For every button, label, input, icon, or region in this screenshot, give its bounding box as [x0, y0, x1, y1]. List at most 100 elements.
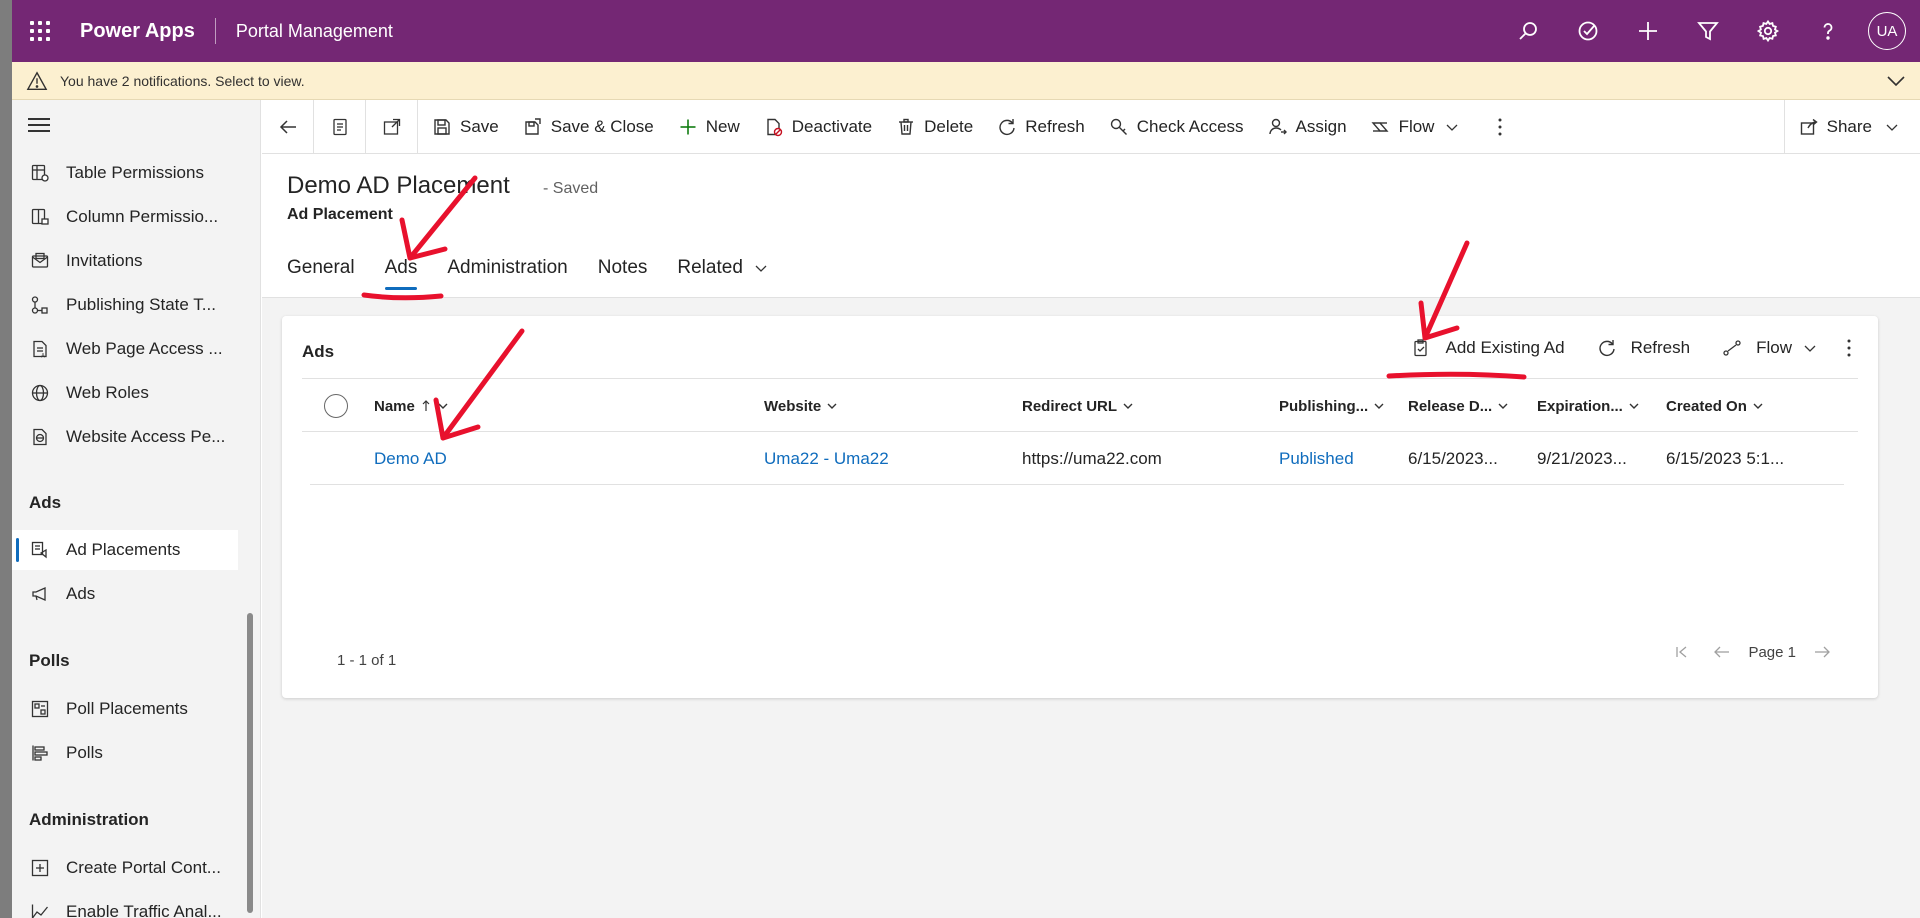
- user-avatar[interactable]: UA: [1868, 12, 1906, 50]
- select-all-checkbox[interactable]: [324, 394, 348, 418]
- sidebar-item-website-access[interactable]: Website Access Pe...: [12, 417, 238, 457]
- app-launcher-button[interactable]: [12, 0, 68, 62]
- sidebar-item-ad-placements[interactable]: Ad Placements: [12, 530, 238, 570]
- record-count: 1 - 1 of 1: [337, 652, 397, 669]
- table-row[interactable]: Demo AD Uma22 - Uma22 https://uma22.com …: [310, 433, 1844, 485]
- polls-icon: [28, 741, 52, 765]
- share-button[interactable]: Share: [1783, 100, 1920, 154]
- add-existing-ad-label: Add Existing Ad: [1445, 338, 1565, 357]
- top-header-bar: Power Apps Portal Management UA: [12, 0, 1920, 62]
- sidebar-item-enable-traffic-analytics[interactable]: Enable Traffic Anal...: [12, 892, 238, 918]
- sidebar-item-label: Ad Placements: [66, 540, 181, 559]
- sidebar-item-invitations[interactable]: Invitations: [12, 241, 238, 281]
- flow-label: Flow: [1398, 116, 1435, 136]
- notification-text[interactable]: You have 2 notifications. Select to view…: [60, 73, 305, 89]
- column-header-website[interactable]: Website: [764, 380, 838, 432]
- save-button[interactable]: Save: [420, 100, 511, 154]
- sitemap-sidebar: Table Permissions Column Permissio... In…: [12, 100, 261, 918]
- traffic-analytics-icon: [28, 900, 52, 918]
- hamburger-menu-icon[interactable]: [28, 118, 50, 136]
- cell-publishing-state-link[interactable]: Published: [1279, 433, 1354, 485]
- subgrid-refresh-button[interactable]: Refresh: [1581, 338, 1707, 358]
- chevron-down-icon: [1374, 403, 1384, 409]
- more-commands-button[interactable]: [1480, 100, 1520, 154]
- cell-name-link[interactable]: Demo AD: [374, 433, 447, 485]
- sidebar-item-label: Column Permissio...: [66, 207, 219, 226]
- flow-icon: [1371, 121, 1389, 132]
- column-expiration-label: Expiration...: [1537, 397, 1623, 415]
- tab-related[interactable]: Related: [677, 248, 769, 288]
- chevron-down-icon: [1753, 403, 1763, 409]
- add-existing-icon: [1414, 339, 1428, 357]
- assign-button[interactable]: Assign: [1256, 100, 1359, 154]
- sidebar-item-ads[interactable]: Ads: [12, 574, 238, 614]
- add-existing-ad-button[interactable]: Add Existing Ad: [1395, 338, 1580, 358]
- save-close-button[interactable]: Save & Close: [511, 100, 666, 154]
- sidebar-item-create-portal-content[interactable]: Create Portal Cont...: [12, 848, 238, 888]
- filter-button[interactable]: [1678, 0, 1738, 62]
- chevron-down-icon: [1886, 124, 1898, 131]
- delete-button[interactable]: Delete: [884, 100, 985, 154]
- assign-person-icon: [1268, 118, 1287, 134]
- settings-button[interactable]: [1738, 0, 1798, 62]
- tab-general[interactable]: General: [287, 248, 355, 288]
- subgrid-title: Ads: [302, 342, 335, 361]
- notification-bar[interactable]: You have 2 notifications. Select to view…: [12, 62, 1920, 100]
- chevron-down-icon[interactable]: [1884, 69, 1908, 93]
- column-header-redirect-url[interactable]: Redirect URL: [1022, 380, 1134, 432]
- sidebar-item-column-permissions[interactable]: Column Permissio...: [12, 197, 238, 237]
- record-title: Demo AD Placement: [287, 172, 510, 199]
- chevron-down-icon: [755, 265, 767, 272]
- tab-ads[interactable]: Ads: [384, 248, 417, 290]
- ad-placements-icon: [28, 538, 52, 562]
- sidebar-item-label: Polls: [66, 743, 103, 762]
- sidebar-item-label: Publishing State T...: [66, 295, 216, 314]
- column-header-publishing-state[interactable]: Publishing...: [1279, 380, 1385, 432]
- brand-name[interactable]: Power Apps: [80, 20, 195, 43]
- sidebar-item-web-roles[interactable]: Web Roles: [12, 373, 238, 413]
- record-entity-name: Ad Placement: [287, 206, 393, 223]
- trash-icon: [899, 118, 914, 135]
- search-button[interactable]: [1498, 0, 1558, 62]
- group-header-polls: Polls: [29, 651, 70, 670]
- refresh-button[interactable]: Refresh: [985, 100, 1097, 154]
- previous-page-icon[interactable]: [1712, 642, 1732, 662]
- back-button[interactable]: [262, 99, 314, 154]
- more-vertical-icon: [1498, 118, 1502, 135]
- help-button[interactable]: [1798, 0, 1858, 62]
- deactivate-button[interactable]: Deactivate: [752, 100, 884, 154]
- header-actions: UA: [1498, 0, 1920, 62]
- sidebar-item-publishing-state[interactable]: Publishing State T...: [12, 285, 238, 325]
- column-header-release-date[interactable]: Release D...: [1408, 380, 1509, 432]
- check-access-button[interactable]: Check Access: [1097, 100, 1256, 154]
- tab-notes[interactable]: Notes: [598, 248, 648, 288]
- column-header-expiration-date[interactable]: Expiration...: [1537, 380, 1640, 432]
- subgrid-flow-button[interactable]: Flow: [1706, 338, 1834, 358]
- first-page-icon[interactable]: [1672, 642, 1692, 662]
- sidebar-item-label: Website Access Pe...: [66, 427, 226, 446]
- sidebar-item-table-permissions[interactable]: Table Permissions: [12, 153, 238, 193]
- sidebar-item-poll-placements[interactable]: Poll Placements: [12, 689, 238, 729]
- open-new-window-button[interactable]: [366, 99, 418, 154]
- tab-administration[interactable]: Administration: [447, 248, 567, 288]
- flow-button[interactable]: Flow: [1359, 100, 1473, 154]
- column-redirect-url-label: Redirect URL: [1022, 397, 1118, 415]
- tab-related-label: Related: [677, 257, 743, 278]
- column-created-on-label: Created On: [1666, 397, 1747, 415]
- form-view-button[interactable]: [314, 99, 366, 154]
- column-release-date-label: Release D...: [1408, 397, 1493, 415]
- subgrid-more-button[interactable]: [1834, 328, 1864, 368]
- sidebar-item-web-page-access[interactable]: A Web Page Access ...: [12, 329, 238, 369]
- cell-website-link[interactable]: Uma22 - Uma22: [764, 433, 889, 485]
- app-name[interactable]: Portal Management: [236, 21, 393, 42]
- column-header-created-on[interactable]: Created On: [1666, 380, 1764, 432]
- next-page-icon[interactable]: [1812, 642, 1832, 662]
- column-header-name[interactable]: Name: [374, 380, 449, 432]
- sidebar-scrollbar[interactable]: [247, 613, 253, 913]
- new-record-button[interactable]: New: [666, 100, 752, 154]
- new-button[interactable]: [1618, 0, 1678, 62]
- task-button[interactable]: [1558, 0, 1618, 62]
- sidebar-item-polls[interactable]: Polls: [12, 733, 238, 773]
- publishing-state-icon: [28, 293, 52, 317]
- help-icon: [1823, 23, 1833, 40]
